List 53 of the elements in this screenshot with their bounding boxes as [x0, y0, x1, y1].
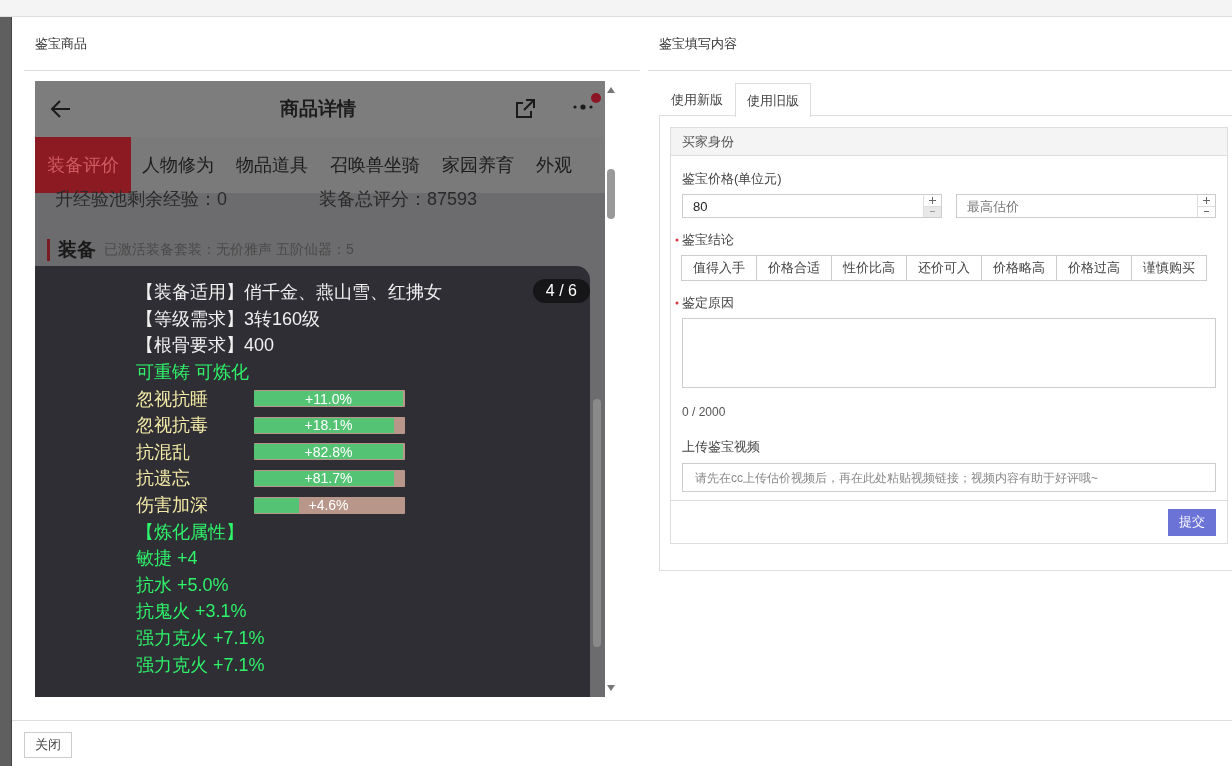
max-price-input[interactable]: 最高估价 — [956, 194, 1197, 218]
bar-value: +81.7% — [304, 470, 353, 487]
close-button[interactable]: 关闭 — [24, 732, 72, 758]
detail-line: 抗鬼火 +3.1% — [136, 600, 247, 624]
conclusion-option[interactable]: 价格合适 — [756, 255, 832, 281]
attribute-label: 抗遗忘 — [136, 467, 191, 491]
video-link-input[interactable]: 请先在cc上传估价视频后，再在此处粘贴视频链接；视频内容有助于好评哦~ — [682, 463, 1216, 492]
detail-line: 【等级需求】3转160级 — [136, 307, 321, 331]
field-label: 鉴宝结论 — [682, 231, 734, 249]
character-counter: 0 / 2000 — [682, 405, 727, 419]
scroll-up-icon[interactable] — [607, 87, 615, 93]
attribute-label: 抗混乱 — [136, 440, 191, 464]
bar-value: +82.8% — [304, 443, 353, 460]
page-title: 商品详情 — [280, 97, 356, 121]
detail-line: 【根骨要求】400 — [136, 334, 275, 358]
detail-line: 强力克火 +7.1% — [136, 653, 265, 677]
conclusion-option[interactable]: 值得入手 — [681, 255, 757, 281]
section-title: 鉴宝填写内容 — [659, 34, 737, 53]
field-label: 上传鉴宝视频 — [682, 438, 761, 456]
field-label: 鉴宝价格(单位元) — [682, 170, 783, 188]
share-icon[interactable] — [513, 97, 537, 121]
attribute-label: 伤害加深 — [136, 494, 209, 518]
section-heading: 装备 — [58, 238, 96, 262]
scroll-down-icon[interactable] — [607, 685, 615, 691]
version-tab[interactable]: 使用旧版 — [735, 83, 811, 117]
detail-line: 【炼化属性】 — [136, 520, 244, 544]
price-input[interactable]: 80 — [682, 194, 923, 218]
submit-button[interactable]: 提交 — [1168, 508, 1216, 536]
detail-line: 可重铸 可炼化 — [136, 361, 249, 385]
scrollbar[interactable] — [593, 399, 601, 647]
bar-value: +11.0% — [305, 390, 352, 407]
detail-line: 强力克火 +7.1% — [136, 627, 265, 650]
detail-line: 【装备适用】俏千金、燕山雪、红拂女 — [136, 281, 442, 305]
conclusion-option[interactable]: 性价比高 — [831, 255, 907, 281]
scrollbar[interactable] — [607, 169, 615, 219]
attribute-label: 忽视抗睡 — [136, 387, 209, 411]
version-tab[interactable]: 使用新版 — [659, 83, 735, 116]
detail-line: 抗水 +5.0% — [136, 573, 229, 597]
field-label: 鉴定原因 — [682, 294, 734, 312]
page-counter: 4 / 6 — [532, 279, 590, 303]
attribute-label: 忽视抗毒 — [136, 414, 209, 438]
category-tab[interactable]: 物品道具 — [225, 137, 319, 193]
detail-line: 敏捷 +4 — [136, 547, 198, 571]
bar-value: +18.1% — [304, 417, 353, 434]
decrement-icon[interactable] — [924, 205, 941, 217]
section-title: 鉴宝商品 — [35, 34, 87, 53]
conclusion-option[interactable]: 价格略高 — [981, 255, 1057, 281]
bar-value: +4.6% — [308, 497, 349, 514]
category-tab[interactable]: 外观 — [525, 137, 583, 193]
conclusion-option[interactable]: 谨慎购买 — [1131, 255, 1207, 281]
card-title: 买家身份 — [682, 132, 734, 151]
conclusion-option[interactable]: 还价可入 — [906, 255, 982, 281]
conclusion-option[interactable]: 价格过高 — [1056, 255, 1132, 281]
